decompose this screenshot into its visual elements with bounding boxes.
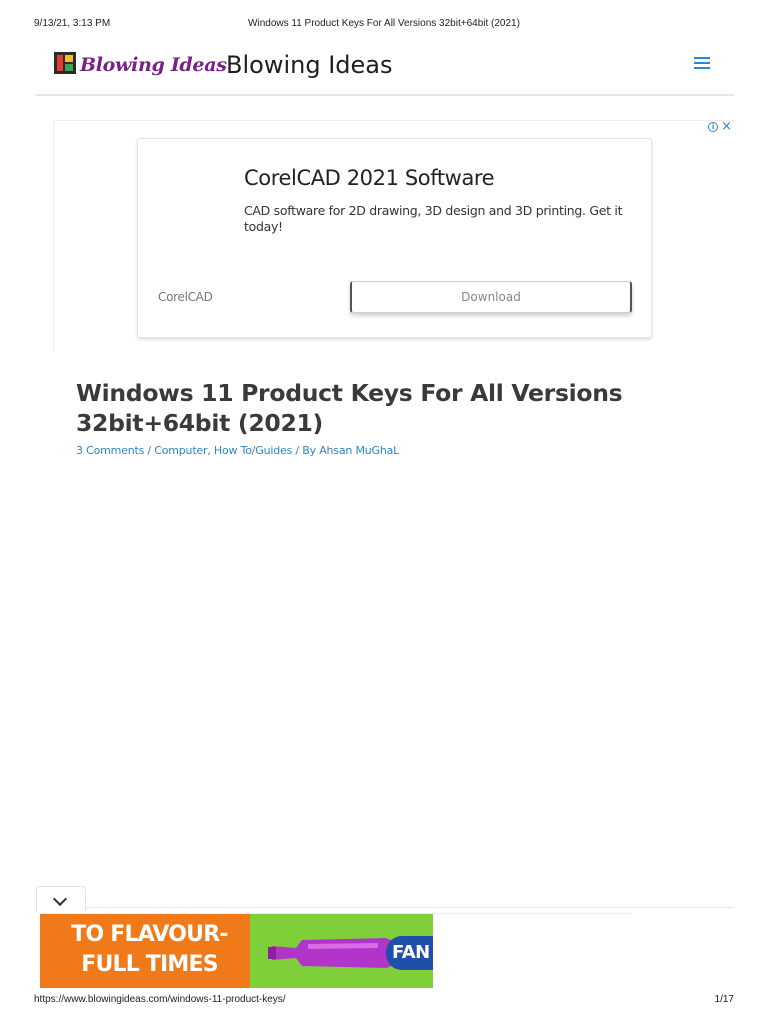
sticky-ad-divider: [86, 907, 734, 912]
author-link[interactable]: Ahsan MuGhaL: [319, 444, 399, 457]
ad-slogan: TO FLAVOUR-FULL TIMES: [71, 922, 228, 977]
ad-brand-logo: FAN: [386, 936, 433, 970]
meta-by: / By: [292, 444, 320, 457]
ad-brand: CorelCAD: [158, 290, 213, 304]
category-link-computer[interactable]: Computer: [154, 444, 207, 457]
comments-link[interactable]: 3 Comments: [76, 444, 144, 457]
ad-choices[interactable]: i ×: [708, 120, 732, 133]
info-icon[interactable]: i: [708, 122, 719, 132]
collapse-ad-tab[interactable]: [36, 886, 86, 912]
site-title[interactable]: Blowing Ideas: [226, 51, 392, 79]
ad-banner: i × CorelCAD 2021 Software CAD software …: [53, 120, 734, 352]
logo-icon[interactable]: [54, 52, 76, 74]
sticky-bottom-ad[interactable]: TO FLAVOUR-FULL TIMES FAN: [40, 913, 632, 989]
print-page-title: Windows 11 Product Keys For All Versions…: [248, 18, 520, 29]
entry-meta: 3 Comments / Computer, How To/Guides / B…: [76, 444, 399, 457]
logo-text[interactable]: Blowing Ideas: [80, 54, 227, 76]
close-icon[interactable]: ×: [721, 120, 732, 133]
category-link-how-to[interactable]: How To/Guides: [214, 444, 292, 457]
meta-separator: /: [144, 444, 155, 457]
ad-description: CAD software for 2D drawing, 3D design a…: [244, 203, 623, 234]
hamburger-menu-icon[interactable]: [694, 57, 710, 71]
meta-comma: ,: [207, 444, 214, 457]
article-title: Windows 11 Product Keys For All Versions…: [76, 379, 623, 437]
chevron-down-icon[interactable]: [52, 891, 68, 907]
print-header: 9/13/21, 3:13 PM Windows 11 Product Keys…: [34, 18, 734, 32]
site-header: Blowing Ideas Blowing Ideas: [36, 46, 734, 96]
ad-card[interactable]: CorelCAD 2021 Software CAD software for …: [137, 138, 652, 338]
print-page-number: 1/17: [714, 994, 734, 1005]
print-url: https://www.blowingideas.com/windows-11-…: [34, 994, 286, 1005]
print-footer: https://www.blowingideas.com/windows-11-…: [34, 994, 734, 1008]
download-button[interactable]: Download: [350, 281, 632, 313]
fanta-ad-image[interactable]: TO FLAVOUR-FULL TIMES FAN: [40, 914, 433, 988]
ad-headline[interactable]: CorelCAD 2021 Software: [244, 166, 495, 190]
